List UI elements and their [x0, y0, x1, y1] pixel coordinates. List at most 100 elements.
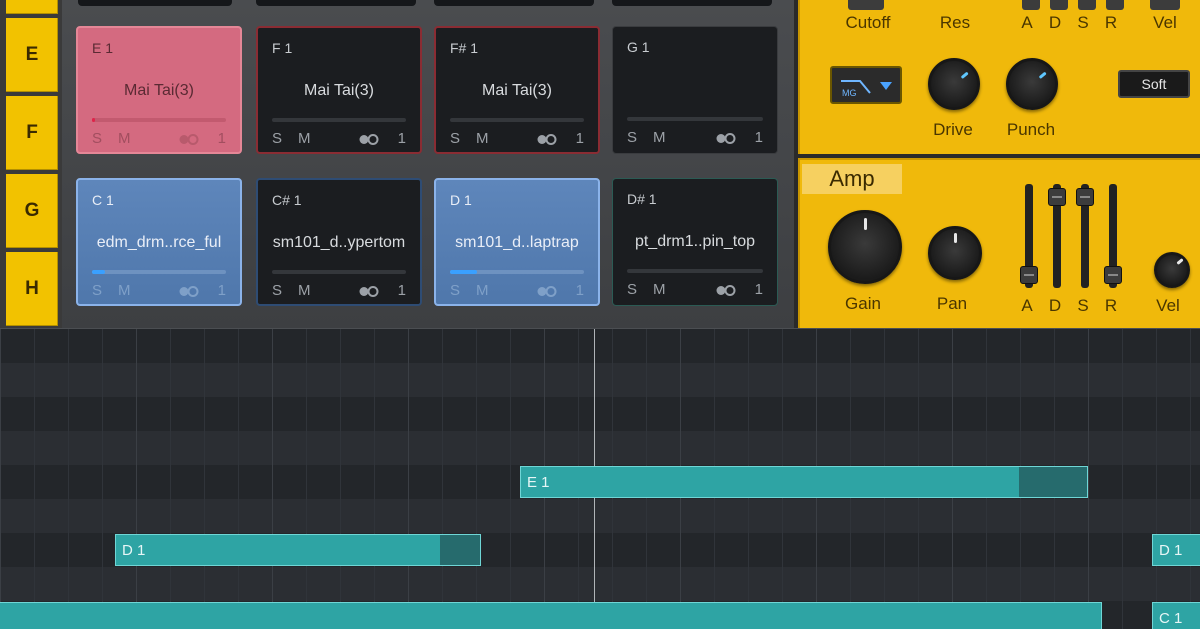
- pad-count: 1: [575, 130, 584, 147]
- solo-button[interactable]: S: [627, 129, 637, 146]
- drum-pad[interactable]: F# 1 Mai Tai(3) S M 1: [434, 26, 600, 154]
- punch-knob[interactable]: [1006, 58, 1058, 110]
- synth-panel: Cutoff Res A D S R Vel MG Drive Punch So…: [794, 0, 1200, 330]
- amp-section: Amp Gain Pan A D S R Vel: [798, 158, 1200, 330]
- pad-partial[interactable]: [78, 0, 232, 6]
- pad-footer: SM 1: [450, 130, 584, 148]
- mute-button[interactable]: M: [118, 130, 131, 147]
- filter-vel-label: Vel: [1153, 13, 1177, 32]
- pad-partial[interactable]: [612, 0, 772, 6]
- solo-button[interactable]: S: [92, 130, 102, 147]
- pad-sample-name: sm101_d..laptrap: [455, 234, 579, 251]
- pad-count: 1: [217, 282, 226, 299]
- row-label-f[interactable]: F: [6, 96, 58, 170]
- soft-button[interactable]: Soft: [1118, 70, 1190, 98]
- midi-note[interactable]: [0, 602, 1102, 629]
- mute-button[interactable]: M: [118, 282, 131, 299]
- pad-count: 1: [217, 130, 226, 147]
- pad-partial[interactable]: [434, 0, 594, 6]
- amp-release-slider-thumb[interactable]: [1104, 265, 1122, 284]
- mute-button[interactable]: M: [653, 281, 666, 298]
- link-toggle-icon[interactable]: [178, 286, 200, 297]
- link-toggle-icon[interactable]: [358, 134, 380, 145]
- pad-count: 1: [575, 282, 584, 299]
- grid-line: [1156, 329, 1157, 629]
- grid-line: [476, 329, 477, 629]
- drive-knob[interactable]: [928, 58, 980, 110]
- filter-vel-knob-partial[interactable]: [1150, 0, 1180, 10]
- solo-button[interactable]: S: [92, 282, 102, 299]
- solo-button[interactable]: S: [450, 282, 460, 299]
- row-label-text: E: [25, 44, 39, 65]
- gain-knob[interactable]: [828, 210, 902, 284]
- pad-footer: SM 1: [272, 130, 406, 148]
- chevron-down-icon: [880, 82, 892, 90]
- midi-note[interactable]: C 1: [1152, 602, 1200, 629]
- row-label-h[interactable]: H: [6, 252, 58, 326]
- row-label-e[interactable]: E: [6, 18, 58, 92]
- amp-attack-slider-thumb[interactable]: [1020, 265, 1038, 284]
- cutoff-knob-partial[interactable]: [848, 0, 884, 10]
- drive-label: Drive: [933, 120, 973, 139]
- filter-attack-slider-partial[interactable]: [1022, 0, 1040, 10]
- link-toggle-icon[interactable]: [358, 286, 380, 297]
- link-toggle-icon[interactable]: [715, 133, 737, 144]
- pad-grid: E 1 Mai Tai(3) S M 1 F 1 Mai Tai(3) S M 1 F# 1 Mai …: [62, 0, 794, 328]
- pad-note: D# 1: [627, 191, 657, 207]
- pad-level-fill: [450, 270, 477, 274]
- mute-button[interactable]: M: [476, 130, 489, 147]
- mute-button[interactable]: M: [476, 282, 489, 299]
- filter-decay-slider-partial[interactable]: [1050, 0, 1068, 10]
- pad-note: E 1: [92, 40, 114, 56]
- mute-button[interactable]: M: [298, 282, 311, 299]
- midi-note[interactable]: D 1: [115, 534, 481, 566]
- piano-roll[interactable]: E 1 D 1 D 1 C 1: [0, 328, 1200, 629]
- solo-button[interactable]: S: [450, 130, 460, 147]
- row-label-g[interactable]: G: [6, 174, 58, 248]
- amp-sustain-slider-thumb[interactable]: [1076, 188, 1094, 207]
- row-label-partial[interactable]: [6, 0, 58, 14]
- pad-level-bar: [272, 118, 406, 122]
- pad-partial[interactable]: [256, 0, 416, 6]
- midi-note[interactable]: D 1: [1152, 534, 1200, 566]
- drum-pad[interactable]: G 1 SM 1: [612, 26, 778, 154]
- amp-vel-knob[interactable]: [1154, 252, 1190, 288]
- pad-note: C# 1: [272, 192, 302, 208]
- drum-pad[interactable]: F 1 Mai Tai(3) S M 1: [256, 26, 422, 154]
- amp-decay-slider-thumb[interactable]: [1048, 188, 1066, 207]
- amp-title: Amp: [802, 164, 902, 194]
- mute-button[interactable]: M: [653, 129, 666, 146]
- solo-button[interactable]: S: [272, 130, 282, 147]
- pad-footer: SM 1: [627, 281, 763, 299]
- mute-button[interactable]: M: [298, 130, 311, 147]
- pan-label: Pan: [936, 294, 968, 313]
- grid-line: [34, 329, 35, 629]
- punch-label: Punch: [1006, 120, 1056, 139]
- filter-mode-dropdown[interactable]: MG: [830, 66, 902, 104]
- amp-vel-label: Vel: [1156, 296, 1180, 315]
- filter-sustain-slider-partial[interactable]: [1078, 0, 1096, 10]
- drum-pad[interactable]: E 1 Mai Tai(3) S M 1: [76, 26, 242, 154]
- link-toggle-icon[interactable]: [536, 134, 558, 145]
- link-toggle-icon[interactable]: [536, 286, 558, 297]
- pad-count: 1: [754, 281, 763, 298]
- pad-level-bar: [450, 118, 584, 122]
- link-toggle-icon[interactable]: [715, 285, 737, 296]
- pad-level-bar: [92, 270, 226, 274]
- drum-pad[interactable]: D 1 sm101_d..laptrap S M 1: [434, 178, 600, 306]
- filter-release-slider-partial[interactable]: [1106, 0, 1124, 10]
- midi-note[interactable]: E 1: [520, 466, 1088, 498]
- grid-line: [238, 329, 239, 629]
- drum-pad[interactable]: D# 1 pt_drm1..pin_top S M 1: [612, 178, 778, 306]
- grid-line: [1088, 329, 1089, 629]
- solo-button[interactable]: S: [272, 282, 282, 299]
- link-toggle-icon[interactable]: [178, 134, 200, 145]
- grid-line: [136, 329, 137, 629]
- row-label-column: E F G H: [0, 0, 62, 328]
- drum-pad[interactable]: C# 1 sm101_d..ypertom S M 1: [256, 178, 422, 306]
- note-velocity-tail: [1019, 467, 1087, 497]
- pan-knob[interactable]: [928, 226, 982, 280]
- row-label-text: F: [26, 122, 38, 143]
- drum-pad[interactable]: C 1 edm_drm..rce_ful S M 1: [76, 178, 242, 306]
- solo-button[interactable]: S: [627, 281, 637, 298]
